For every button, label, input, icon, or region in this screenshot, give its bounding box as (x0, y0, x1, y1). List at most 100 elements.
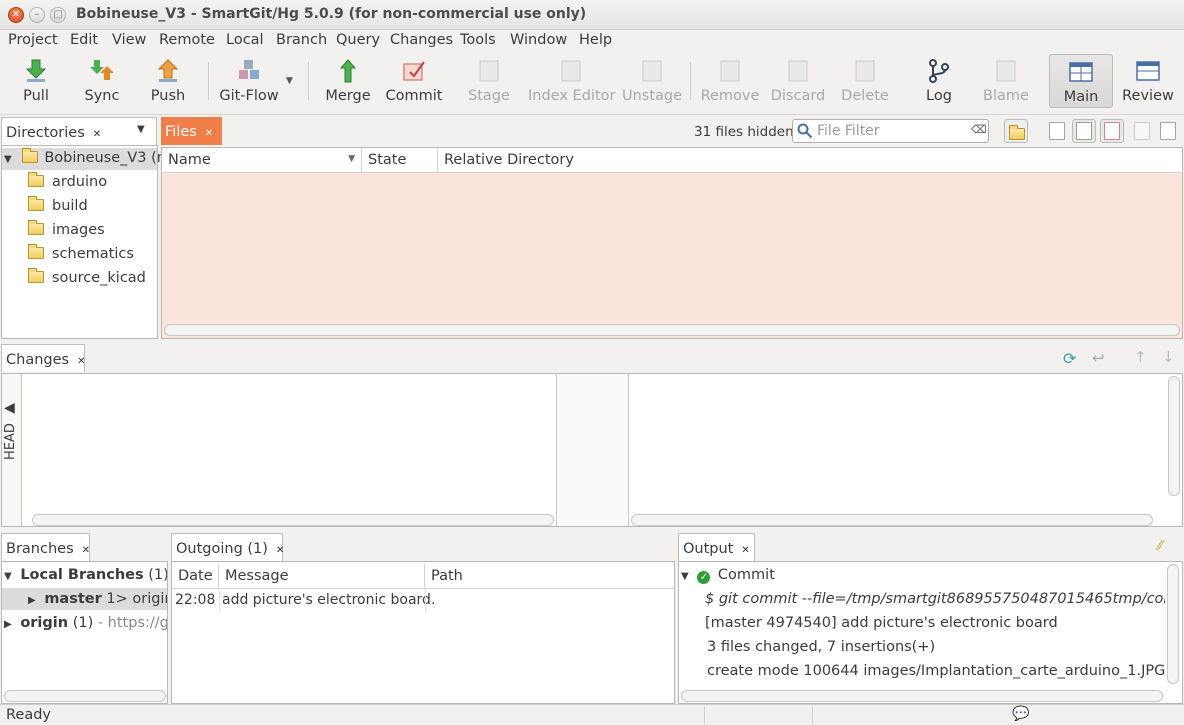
menu-tools[interactable]: Tools (460, 32, 496, 48)
left-pane-scrollbar[interactable] (32, 514, 554, 526)
menu-branch[interactable]: Branch (276, 32, 327, 48)
close-window-button[interactable]: ✕ (8, 7, 24, 23)
show-modified-files-button[interactable] (1072, 119, 1096, 143)
unstage-button[interactable]: Unstage (622, 54, 682, 110)
merge-button[interactable]: Merge (320, 54, 376, 110)
discard-button[interactable]: Discard (770, 54, 826, 110)
show-assumed-unchanged-icon[interactable] (1160, 122, 1176, 140)
tab-branches[interactable]: Branches ✕ (1, 533, 90, 561)
column-path[interactable]: Path (425, 564, 674, 588)
branches-scrollbar[interactable] (4, 690, 166, 702)
open-folder-button[interactable] (1004, 119, 1028, 143)
tab-directories[interactable]: Directories ✕ (1, 117, 157, 145)
menu-view[interactable]: View (112, 32, 146, 48)
close-icon[interactable]: ✕ (741, 545, 749, 556)
close-icon[interactable]: ✕ (77, 356, 85, 367)
table-row[interactable]: 22:08 add picture's electronic board . (172, 590, 674, 612)
expand-icon[interactable]: ▼ (4, 154, 12, 165)
gitflow-button[interactable]: Git-Flow (216, 54, 282, 110)
output-commit-node[interactable]: ▼ ✓ Commit (681, 567, 775, 584)
folder-schematics[interactable]: schematics (28, 244, 134, 262)
changes-left-pane (30, 374, 557, 526)
blame-button[interactable]: Blame (980, 54, 1032, 110)
tab-changes[interactable]: Changes ✕ (1, 344, 85, 372)
index-editor-button[interactable]: Index Editor (528, 54, 615, 110)
log-button[interactable]: Log (914, 54, 964, 110)
search-icon (797, 123, 813, 139)
clear-filter-icon[interactable]: ⌫ (971, 123, 987, 136)
refresh-icon[interactable]: ⟳ (1063, 349, 1076, 368)
minimize-window-button[interactable]: – (29, 7, 45, 23)
close-icon[interactable]: ✕ (205, 128, 213, 139)
remote-origin-node[interactable]: ▶ origin (1) - https://gith (4, 615, 167, 631)
menu-changes[interactable]: Changes (390, 32, 453, 48)
undo-icon[interactable]: ↩ (1092, 349, 1105, 367)
remove-icon (720, 60, 740, 82)
review-perspective-button[interactable]: Review (1120, 54, 1176, 110)
notifications-icon[interactable]: 💬 (1012, 706, 1029, 722)
tab-output[interactable]: Output ✕ (678, 533, 755, 561)
sync-button[interactable]: Sync (74, 54, 130, 110)
stage-button[interactable]: Stage (462, 54, 516, 110)
pull-icon (25, 59, 47, 82)
menu-local[interactable]: Local (226, 32, 264, 48)
commit-button[interactable]: Commit (384, 54, 444, 110)
menu-query[interactable]: Query (336, 32, 380, 48)
remove-button[interactable]: Remove (700, 54, 760, 110)
maximize-window-button[interactable]: □ (50, 7, 66, 23)
pull-button[interactable]: Pull (8, 54, 64, 110)
column-name[interactable]: Name ▼ (162, 148, 362, 172)
menu-edit[interactable]: Edit (70, 32, 98, 48)
push-button[interactable]: Push (140, 54, 196, 110)
tab-files[interactable]: Files ✕ (161, 117, 222, 145)
folder-images[interactable]: images (28, 220, 105, 238)
folder-arduino[interactable]: arduino (28, 172, 107, 190)
column-message[interactable]: Message (219, 564, 425, 588)
changes-vertical-scrollbar[interactable] (1168, 376, 1180, 496)
files-horizontal-scrollbar[interactable] (164, 324, 1180, 336)
show-unchanged-files-icon[interactable] (1049, 122, 1065, 140)
menu-project[interactable]: Project (8, 32, 58, 48)
branch-master[interactable]: ▶ master 1> origin (28, 591, 167, 607)
expand-icon[interactable]: ▶ (28, 595, 36, 606)
menu-help[interactable]: Help (579, 32, 612, 48)
menu-window[interactable]: Window (510, 32, 567, 48)
folder-source-kicad[interactable]: source_kicad (28, 268, 146, 286)
push-icon (157, 59, 179, 82)
expand-icon[interactable]: ▼ (681, 571, 689, 582)
files-panel: Name ▼ State Relative Directory (161, 147, 1183, 339)
main-perspective-button[interactable]: Main (1049, 54, 1113, 108)
tree-root[interactable]: ▼ Bobineuse_V3 (m (4, 148, 171, 166)
close-icon[interactable]: ✕ (82, 545, 90, 556)
unstage-icon (642, 60, 662, 82)
close-icon[interactable]: ✕ (93, 129, 101, 140)
tab-outgoing[interactable]: Outgoing (1) ✕ (171, 533, 284, 561)
clear-output-icon[interactable]: ⁄⁄ (1158, 539, 1162, 554)
expand-icon[interactable]: ▶ (4, 619, 12, 630)
right-pane-scrollbar[interactable] (631, 514, 1153, 526)
close-icon[interactable]: ✕ (276, 545, 284, 556)
menu-remote[interactable]: Remote (159, 32, 215, 48)
local-branches-node[interactable]: ▼ Local Branches (1) (4, 567, 167, 583)
delete-button[interactable]: Delete (838, 54, 892, 110)
folder-icon (28, 268, 44, 283)
directories-menu-icon[interactable]: ▼ (137, 124, 145, 135)
show-ignored-files-icon[interactable] (1134, 122, 1150, 140)
file-filter-field[interactable]: File Filter ⌫ (792, 119, 989, 143)
discard-icon (788, 60, 808, 82)
column-date[interactable]: Date (172, 564, 219, 588)
previous-change-icon[interactable]: ↑ (1134, 348, 1147, 366)
gitflow-dropdown-icon[interactable]: ▼ (286, 76, 293, 86)
folder-build[interactable]: build (28, 196, 88, 214)
next-change-icon[interactable]: ↓ (1162, 348, 1175, 366)
commit-icon (403, 61, 425, 81)
output-vertical-scrollbar[interactable] (1167, 564, 1179, 684)
output-horizontal-scrollbar[interactable] (681, 690, 1163, 702)
column-relative-directory[interactable]: Relative Directory (438, 148, 1182, 172)
collapse-left-icon[interactable]: ◀ (4, 400, 15, 416)
column-state[interactable]: State (362, 148, 438, 172)
expand-icon[interactable]: ▼ (4, 571, 12, 582)
file-filter-placeholder: File Filter (817, 123, 880, 139)
show-untracked-files-button[interactable] (1100, 119, 1124, 143)
toolbar-separator (208, 62, 209, 100)
